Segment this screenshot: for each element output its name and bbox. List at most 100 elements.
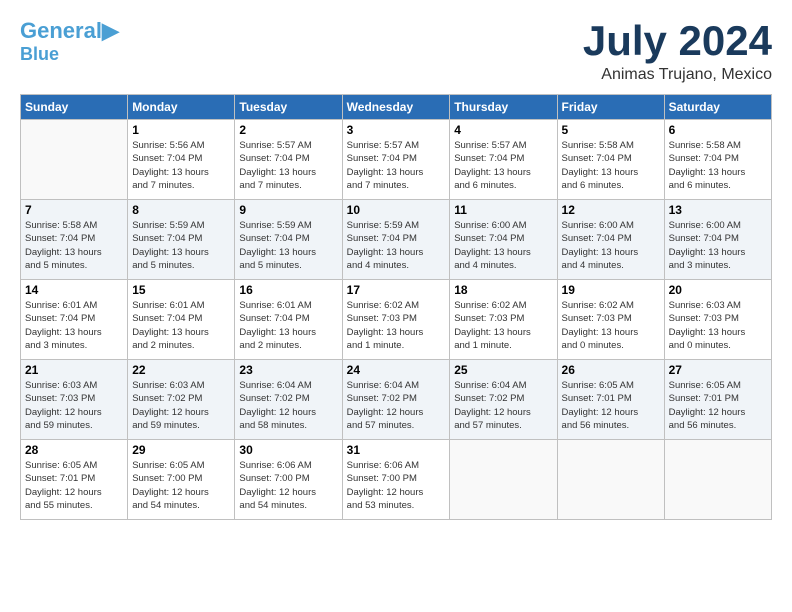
day-number: 2 — [239, 123, 337, 137]
day-info: Sunrise: 6:06 AM Sunset: 7:00 PM Dayligh… — [347, 459, 446, 512]
calendar-cell: 10 Sunrise: 5:59 AM Sunset: 7:04 PM Dayli… — [342, 200, 450, 280]
calendar-week-row: 28Sunrise: 6:05 AM Sunset: 7:01 PM Dayli… — [21, 440, 772, 520]
day-info: Sunrise: 5:58 AM Sunset: 7:04 PM Dayligh… — [25, 219, 123, 272]
column-header-sunday: Sunday — [21, 95, 128, 120]
calendar-cell: 4Sunrise: 5:57 AM Sunset: 7:04 PM Daylig… — [450, 120, 557, 200]
day-number: 14 — [25, 283, 123, 297]
calendar-cell: 7 Sunrise: 5:58 AM Sunset: 7:04 PM Daylig… — [21, 200, 128, 280]
calendar-cell: 27 Sunrise: 6:05 AM Sunset: 7:01 PM Dayli… — [664, 360, 771, 440]
day-info: Sunrise: 5:59 AM Sunset: 7:04 PM Dayligh… — [239, 219, 337, 272]
day-info: Sunrise: 6:01 AM Sunset: 7:04 PM Dayligh… — [239, 299, 337, 352]
calendar-cell: 14Sunrise: 6:01 AM Sunset: 7:04 PM Dayli… — [21, 280, 128, 360]
day-number: 19 — [562, 283, 660, 297]
day-info: Sunrise: 6:02 AM Sunset: 7:03 PM Dayligh… — [562, 299, 660, 352]
logo-general: General — [20, 18, 102, 43]
calendar-cell: 19 Sunrise: 6:02 AM Sunset: 7:03 PM Dayli… — [557, 280, 664, 360]
calendar-cell: 29 Sunrise: 6:05 AM Sunset: 7:00 PM Dayli… — [128, 440, 235, 520]
day-number: 26 — [562, 363, 660, 377]
calendar-cell: 6 Sunrise: 5:58 AM Sunset: 7:04 PM Daylig… — [664, 120, 771, 200]
calendar-cell: 17Sunrise: 6:02 AM Sunset: 7:03 PM Dayli… — [342, 280, 450, 360]
month-title: July 2024 — [583, 20, 772, 62]
day-number: 3 — [347, 123, 446, 137]
calendar-cell: 5Sunrise: 5:58 AM Sunset: 7:04 PM Daylig… — [557, 120, 664, 200]
logo-blue-text: Blue — [20, 44, 59, 64]
column-header-friday: Friday — [557, 95, 664, 120]
calendar-cell: 18Sunrise: 6:02 AM Sunset: 7:03 PM Dayli… — [450, 280, 557, 360]
day-number: 1 — [132, 123, 230, 137]
day-info: Sunrise: 5:58 AM Sunset: 7:04 PM Dayligh… — [562, 139, 660, 192]
day-info: Sunrise: 6:03 AM Sunset: 7:02 PM Dayligh… — [132, 379, 230, 432]
calendar-cell — [21, 120, 128, 200]
day-info: Sunrise: 6:05 AM Sunset: 7:01 PM Dayligh… — [669, 379, 767, 432]
day-number: 8 — [132, 203, 230, 217]
title-block: July 2024 Animas Trujano, Mexico — [583, 20, 772, 84]
day-number: 6 — [669, 123, 767, 137]
calendar-cell: 21 Sunrise: 6:03 AM Sunset: 7:03 PM Dayli… — [21, 360, 128, 440]
day-info: Sunrise: 6:00 AM Sunset: 7:04 PM Dayligh… — [562, 219, 660, 272]
day-info: Sunrise: 6:03 AM Sunset: 7:03 PM Dayligh… — [25, 379, 123, 432]
calendar-cell: 11Sunrise: 6:00 AM Sunset: 7:04 PM Dayli… — [450, 200, 557, 280]
calendar-week-row: 1 Sunrise: 5:56 AM Sunset: 7:04 PM Daylig… — [21, 120, 772, 200]
day-number: 12 — [562, 203, 660, 217]
page-header: General▶ Blue July 2024 Animas Trujano, … — [20, 20, 772, 84]
column-header-saturday: Saturday — [664, 95, 771, 120]
calendar-cell: 28Sunrise: 6:05 AM Sunset: 7:01 PM Dayli… — [21, 440, 128, 520]
calendar-cell: 31Sunrise: 6:06 AM Sunset: 7:00 PM Dayli… — [342, 440, 450, 520]
calendar-cell — [664, 440, 771, 520]
day-number: 7 — [25, 203, 123, 217]
day-number: 10 — [347, 203, 446, 217]
calendar-cell: 8 Sunrise: 5:59 AM Sunset: 7:04 PM Daylig… — [128, 200, 235, 280]
calendar-cell: 9 Sunrise: 5:59 AM Sunset: 7:04 PM Daylig… — [235, 200, 342, 280]
column-header-thursday: Thursday — [450, 95, 557, 120]
column-header-monday: Monday — [128, 95, 235, 120]
day-number: 27 — [669, 363, 767, 377]
calendar-week-row: 14 Sunrise: 6:01 AM Sunset: 7:04 PM Dayli… — [21, 280, 772, 360]
day-info: Sunrise: 6:04 AM Sunset: 7:02 PM Dayligh… — [454, 379, 552, 432]
day-number: 23 — [239, 363, 337, 377]
calendar-cell — [450, 440, 557, 520]
day-number: 20 — [669, 283, 767, 297]
day-info: Sunrise: 5:57 AM Sunset: 7:04 PM Dayligh… — [347, 139, 446, 192]
calendar-cell: 22 Sunrise: 6:03 AM Sunset: 7:02 PM Dayli… — [128, 360, 235, 440]
day-info: Sunrise: 5:58 AM Sunset: 7:04 PM Dayligh… — [669, 139, 767, 192]
day-number: 28 — [25, 443, 123, 457]
calendar-header-row: SundayMondayTuesdayWednesdayThursdayFrid… — [21, 95, 772, 120]
day-number: 30 — [239, 443, 337, 457]
day-info: Sunrise: 6:00 AM Sunset: 7:04 PM Dayligh… — [669, 219, 767, 272]
day-info: Sunrise: 5:57 AM Sunset: 7:04 PM Dayligh… — [239, 139, 337, 192]
day-number: 11 — [454, 203, 552, 217]
calendar-cell: 12 Sunrise: 6:00 AM Sunset: 7:04 PM Dayli… — [557, 200, 664, 280]
day-info: Sunrise: 6:04 AM Sunset: 7:02 PM Dayligh… — [347, 379, 446, 432]
calendar-week-row: 7 Sunrise: 5:58 AM Sunset: 7:04 PM Daylig… — [21, 200, 772, 280]
day-number: 16 — [239, 283, 337, 297]
logo: General▶ Blue — [20, 20, 119, 64]
calendar-cell: 3 Sunrise: 5:57 AM Sunset: 7:04 PM Daylig… — [342, 120, 450, 200]
day-number: 21 — [25, 363, 123, 377]
day-info: Sunrise: 6:04 AM Sunset: 7:02 PM Dayligh… — [239, 379, 337, 432]
day-info: Sunrise: 6:05 AM Sunset: 7:01 PM Dayligh… — [562, 379, 660, 432]
day-info: Sunrise: 6:02 AM Sunset: 7:03 PM Dayligh… — [454, 299, 552, 352]
calendar-cell: 23 Sunrise: 6:04 AM Sunset: 7:02 PM Dayli… — [235, 360, 342, 440]
calendar-cell: 30 Sunrise: 6:06 AM Sunset: 7:00 PM Dayli… — [235, 440, 342, 520]
calendar-table: SundayMondayTuesdayWednesdayThursdayFrid… — [20, 94, 772, 520]
day-number: 9 — [239, 203, 337, 217]
day-number: 4 — [454, 123, 552, 137]
calendar-cell: 26 Sunrise: 6:05 AM Sunset: 7:01 PM Dayli… — [557, 360, 664, 440]
day-number: 13 — [669, 203, 767, 217]
day-info: Sunrise: 6:05 AM Sunset: 7:00 PM Dayligh… — [132, 459, 230, 512]
day-info: Sunrise: 6:01 AM Sunset: 7:04 PM Dayligh… — [132, 299, 230, 352]
day-number: 29 — [132, 443, 230, 457]
logo-blue: ▶ — [102, 18, 119, 43]
calendar-cell: 24Sunrise: 6:04 AM Sunset: 7:02 PM Dayli… — [342, 360, 450, 440]
calendar-cell: 25Sunrise: 6:04 AM Sunset: 7:02 PM Dayli… — [450, 360, 557, 440]
day-number: 22 — [132, 363, 230, 377]
day-info: Sunrise: 5:59 AM Sunset: 7:04 PM Dayligh… — [132, 219, 230, 272]
day-info: Sunrise: 5:56 AM Sunset: 7:04 PM Dayligh… — [132, 139, 230, 192]
calendar-cell: 13 Sunrise: 6:00 AM Sunset: 7:04 PM Dayli… — [664, 200, 771, 280]
day-info: Sunrise: 6:06 AM Sunset: 7:00 PM Dayligh… — [239, 459, 337, 512]
day-info: Sunrise: 5:59 AM Sunset: 7:04 PM Dayligh… — [347, 219, 446, 272]
logo-text: General▶ Blue — [20, 20, 119, 64]
calendar-cell: 2 Sunrise: 5:57 AM Sunset: 7:04 PM Daylig… — [235, 120, 342, 200]
calendar-cell: 1 Sunrise: 5:56 AM Sunset: 7:04 PM Daylig… — [128, 120, 235, 200]
day-info: Sunrise: 6:03 AM Sunset: 7:03 PM Dayligh… — [669, 299, 767, 352]
